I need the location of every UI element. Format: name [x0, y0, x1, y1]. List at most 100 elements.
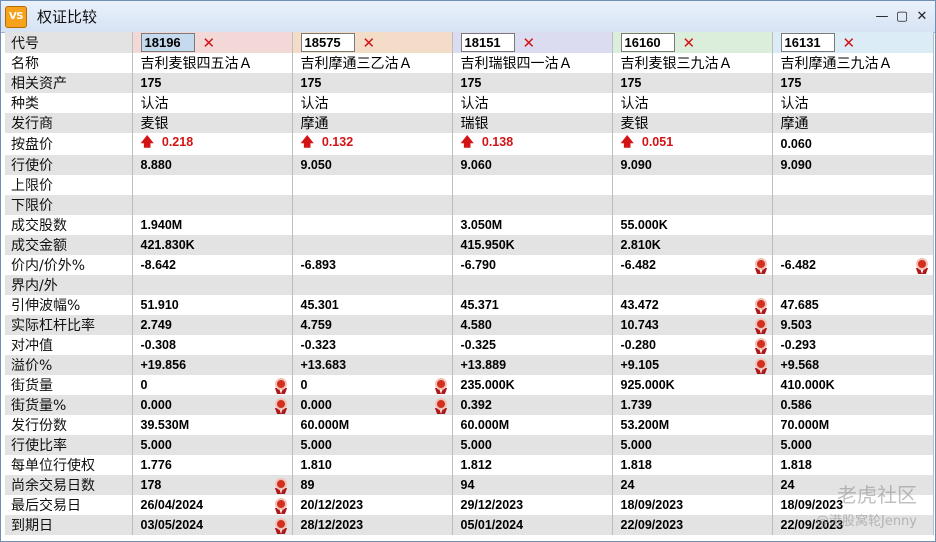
table-cell: 3.050M — [452, 215, 613, 235]
table-cell: 70.000M — [772, 415, 934, 435]
warrant-code-input[interactable]: 18196 — [140, 33, 195, 52]
table-cell — [772, 235, 934, 255]
table-cell: -8.642 — [132, 255, 293, 275]
row-label: 种类 — [5, 93, 133, 113]
best-value-medal-icon — [434, 398, 448, 414]
table-cell: 认沽 — [292, 93, 453, 113]
cell-value: 2.749 — [140, 318, 172, 332]
table-cell — [292, 215, 453, 235]
cell-value: -0.308 — [140, 338, 176, 352]
table-cell: 0.060 — [772, 133, 934, 155]
table-cell: 0.586 — [772, 395, 934, 415]
cell-value: 18/09/2023 — [780, 498, 844, 512]
table-cell: 53.200M — [612, 415, 773, 435]
cell-value: 麦银 — [620, 116, 649, 132]
cell-value: 94 — [460, 478, 475, 492]
table-cell: +13.889 — [452, 355, 613, 375]
table-cell — [452, 275, 613, 295]
table-cell: 9.503 — [772, 315, 934, 335]
table-row: 实际杠杆比率 2.749 4.759 4.580 10.743 9.503 — [5, 315, 934, 335]
table-cell: 4.759 — [292, 315, 453, 335]
table-cell: +19.856 — [132, 355, 293, 375]
table-cell: 235.000K — [452, 375, 613, 395]
table-cell: 43.472 — [612, 295, 773, 315]
remove-warrant-icon[interactable]: ✕ — [203, 34, 216, 52]
row-label: 按盘价 — [5, 133, 133, 155]
table-cell: 0.000 — [292, 395, 453, 415]
table-cell: 45.371 — [452, 295, 613, 315]
cell-value: 22/09/2023 — [620, 518, 684, 532]
maximize-icon[interactable]: ▢ — [895, 7, 909, 25]
title-bar[interactable]: VS 权证比较 — ▢ ✕ — [1, 1, 935, 33]
table-cell: 4.580 — [452, 315, 613, 335]
cell-value: 认沽 — [620, 96, 649, 112]
table-cell: 吉利摩通三九沽Ａ — [772, 53, 934, 73]
cell-value: -0.323 — [300, 338, 336, 352]
cell-value: 9.050 — [300, 158, 332, 172]
warrant-code-input[interactable]: 18575 — [300, 33, 355, 52]
best-value-medal-icon — [274, 378, 288, 394]
cell-value: 24 — [620, 478, 635, 492]
table-cell: 410.000K — [772, 375, 934, 395]
cell-value: 1.818 — [620, 458, 652, 472]
table-cell: 51.910 — [132, 295, 293, 315]
table-cell: 55.000K — [612, 215, 773, 235]
table-cell: 认沽 — [772, 93, 934, 113]
table-cell: +9.568 — [772, 355, 934, 375]
row-label: 溢价% — [5, 355, 133, 375]
minimize-icon[interactable]: — — [875, 7, 889, 25]
comparison-table: 代号 18196 ✕ 18575 ✕ 18151 ✕ 16160 ✕ 16131 ✕ 名称 吉利麦银四五… — [5, 32, 934, 535]
table-cell: 摩通 — [772, 113, 934, 133]
table-cell: 421.830K — [132, 235, 293, 255]
warrant-code-input[interactable]: 16131 — [780, 33, 835, 52]
table-cell: 5.000 — [452, 435, 613, 455]
cell-value: 认沽 — [460, 96, 489, 112]
table-cell — [452, 175, 613, 195]
cell-value: +19.856 — [140, 358, 187, 372]
table-cell: 175 — [612, 73, 773, 93]
cell-value: 0.000 — [300, 398, 332, 412]
cell-value: 175 — [460, 76, 482, 90]
table-cell: -0.323 — [292, 335, 453, 355]
table-cell: 吉利麦银三九沽Ａ — [612, 53, 773, 73]
remove-warrant-icon[interactable]: ✕ — [363, 34, 376, 52]
remove-warrant-icon[interactable]: ✕ — [843, 34, 856, 52]
cell-value: 60.000M — [300, 418, 350, 432]
cell-value: 925.000K — [620, 378, 675, 392]
remove-warrant-icon[interactable]: ✕ — [523, 34, 536, 52]
row-label: 实际杠杆比率 — [5, 315, 133, 335]
cell-value: 10.743 — [620, 318, 659, 332]
cell-value: 53.200M — [620, 418, 670, 432]
cell-value: 175 — [140, 76, 162, 90]
cell-value: -6.482 — [780, 258, 816, 272]
cell-value: 410.000K — [780, 378, 835, 392]
row-label: 成交金额 — [5, 235, 133, 255]
best-value-medal-icon — [754, 338, 768, 354]
table-cell — [772, 175, 934, 195]
cell-value: -0.293 — [780, 338, 816, 352]
cell-value: 0.132 — [321, 135, 354, 149]
table-row: 对冲值 -0.308 -0.323 -0.325 -0.280 -0.293 — [5, 335, 934, 355]
cell-value: 18/09/2023 — [620, 498, 684, 512]
row-label: 行使比率 — [5, 435, 133, 455]
best-value-medal-icon — [754, 318, 768, 334]
cell-value: 4.580 — [460, 318, 492, 332]
cell-value: 1.776 — [140, 458, 172, 472]
table-row: 价内/价外% -8.642 -6.893 -6.790 -6.482 -6.482 — [5, 255, 934, 275]
table-cell — [612, 175, 773, 195]
row-label: 成交股数 — [5, 215, 133, 235]
table-cell: 175 — [292, 73, 453, 93]
table-cell: -6.893 — [292, 255, 453, 275]
row-label: 发行商 — [5, 113, 133, 133]
table-cell: 瑞银 — [452, 113, 613, 133]
table-cell: 🡅 0.218 — [132, 133, 293, 155]
close-icon[interactable]: ✕ — [915, 7, 929, 25]
table-cell: 2.810K — [612, 235, 773, 255]
warrant-code-input[interactable]: 18151 — [460, 33, 515, 52]
warrant-code-input[interactable]: 16160 — [620, 33, 675, 52]
remove-warrant-icon[interactable]: ✕ — [683, 34, 696, 52]
table-cell: 5.000 — [292, 435, 453, 455]
table-row: 街货量% 0.000 0.000 0.392 1.739 0.586 — [5, 395, 934, 415]
table-row: 成交金额 421.830K 415.950K 2.810K — [5, 235, 934, 255]
cell-value: 45.371 — [460, 298, 499, 312]
